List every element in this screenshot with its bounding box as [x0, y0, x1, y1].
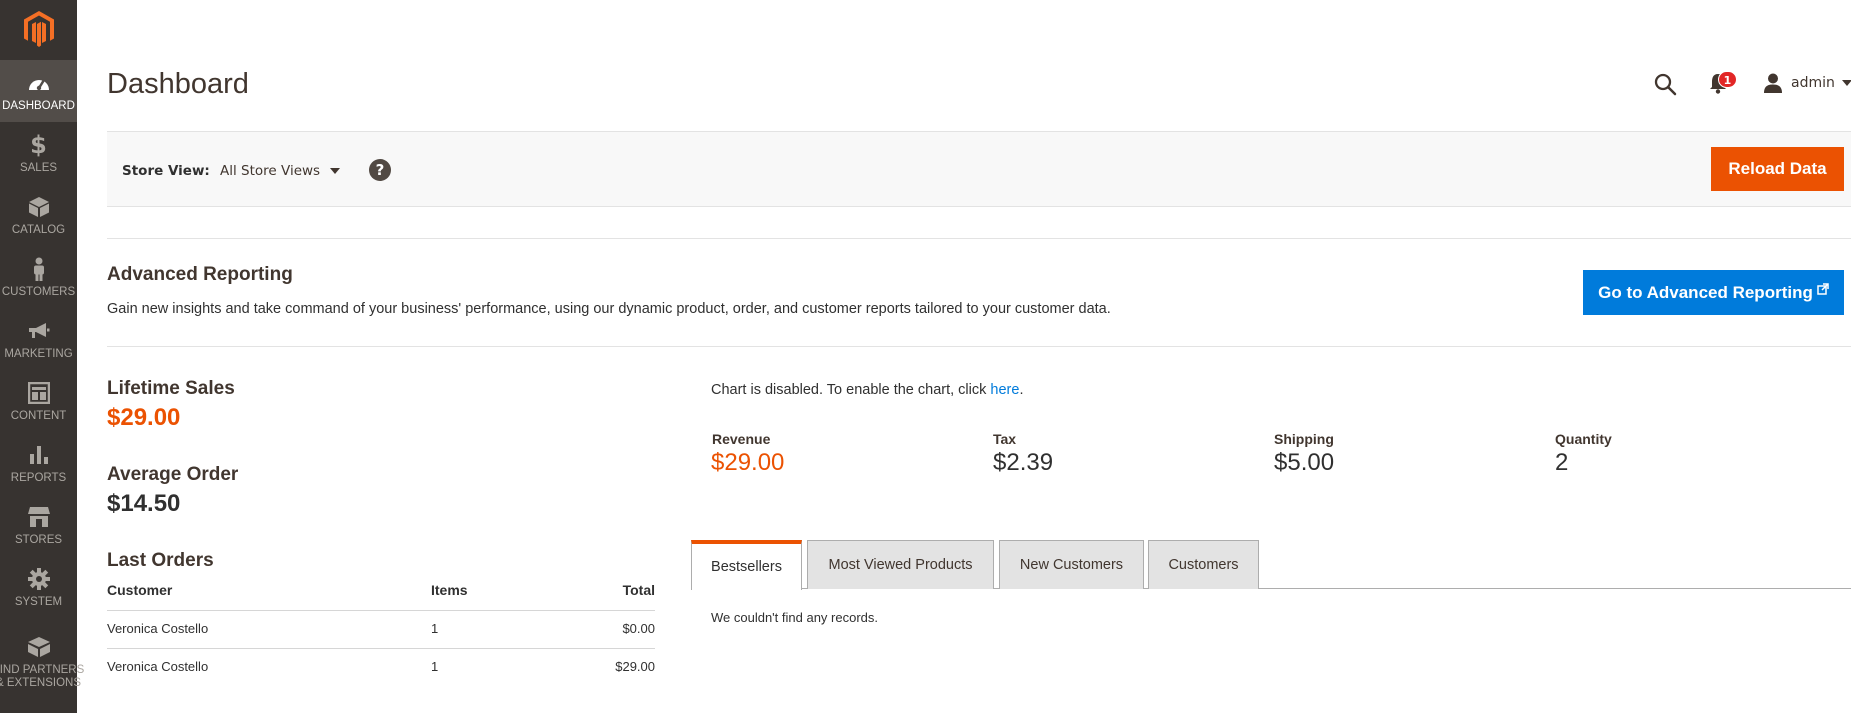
- sidebar-item-label: STORES: [14, 533, 63, 546]
- bar-chart-icon: [26, 442, 52, 468]
- dashboard-icon: [26, 70, 52, 96]
- dollar-icon: $: [30, 130, 47, 159]
- tab-label: Customers: [1168, 557, 1239, 573]
- notifications-count-badge: 1: [1718, 71, 1737, 88]
- chevron-down-icon: [1841, 80, 1851, 86]
- sidebar-item-label: FIND PARTNERS: [0, 664, 85, 676]
- reload-data-button[interactable]: Reload Data: [1711, 147, 1844, 191]
- sidebar-item-reports[interactable]: REPORTS: [0, 432, 77, 494]
- divider: [107, 238, 1851, 239]
- sidebar-item-stores[interactable]: STORES: [0, 494, 77, 556]
- sidebar-item-customers[interactable]: CUSTOMERS: [0, 246, 77, 308]
- store-view-switcher[interactable]: All Store Views: [220, 163, 341, 179]
- sidebar-item-marketing[interactable]: MARKETING: [0, 308, 77, 370]
- tab-bestsellers[interactable]: Bestsellers: [691, 540, 802, 590]
- sidebar-item-catalog[interactable]: CATALOG: [0, 184, 77, 246]
- help-icon[interactable]: ?: [369, 159, 391, 181]
- store-view-bar: Store View: All Store Views ?: [107, 131, 1851, 207]
- sidebar-item-label: DASHBOARD: [2, 99, 75, 112]
- empty-records-message: We couldn't find any records.: [711, 610, 878, 625]
- quantity-value: 2: [1555, 449, 1569, 476]
- sidebar-item-label: MARKETING: [4, 347, 73, 360]
- order-total: $29.00: [615, 659, 655, 674]
- advanced-reporting-title: Advanced Reporting: [107, 264, 293, 285]
- sidebar-item-dashboard[interactable]: DASHBOARD: [0, 60, 77, 122]
- chart-disabled-message: Chart is disabled. To enable the chart, …: [711, 382, 1023, 398]
- sidebar-item-label: SALES: [19, 161, 58, 174]
- lifetime-sales-value: $29.00: [107, 404, 181, 431]
- advanced-reporting-description: Gain new insights and take command of yo…: [107, 301, 1111, 317]
- last-orders-label: Last Orders: [107, 550, 214, 571]
- admin-sidebar: DASHBOARD $ SALES CATALOG CUSTOMERS MARK…: [0, 0, 84, 713]
- external-link-icon: [1817, 282, 1829, 295]
- user-menu[interactable]: admin: [1763, 71, 1851, 95]
- user-name: admin: [1791, 75, 1835, 91]
- enable-chart-link[interactable]: here: [990, 382, 1019, 398]
- tax-label: Tax: [993, 431, 1017, 447]
- user-icon: [1764, 73, 1782, 93]
- go-to-advanced-reporting-button[interactable]: Go to Advanced Reporting: [1583, 270, 1844, 315]
- shipping-label: Shipping: [1274, 431, 1334, 447]
- revenue-value: $29.00: [711, 449, 785, 476]
- table-divider: [107, 648, 655, 649]
- tab-most-viewed-products[interactable]: Most Viewed Products: [807, 540, 994, 589]
- magento-logo[interactable]: [0, 0, 77, 58]
- quantity-label: Quantity: [1555, 431, 1612, 447]
- store-view-label: Store View:: [122, 163, 210, 179]
- sidebar-item-label: CATALOG: [11, 223, 66, 236]
- order-customer: Veronica Costello: [107, 621, 209, 636]
- layout-icon: [26, 380, 52, 406]
- average-order-label: Average Order: [107, 464, 239, 485]
- sidebar-item-content[interactable]: CONTENT: [0, 370, 77, 432]
- search-icon: [1654, 73, 1677, 96]
- store-icon: [26, 504, 52, 530]
- person-icon: [26, 256, 52, 282]
- sidebar-item-sales[interactable]: $ SALES: [0, 122, 77, 184]
- table-header-items: Items: [431, 582, 468, 598]
- sidebar-item-label: CONTENT: [10, 409, 67, 422]
- shipping-value: $5.00: [1274, 449, 1335, 476]
- order-items: 1: [431, 621, 439, 636]
- cube-icon: [26, 194, 52, 220]
- order-customer: Veronica Costello: [107, 659, 209, 674]
- tab-label: Bestsellers: [711, 559, 782, 575]
- table-header-customer: Customer: [107, 582, 173, 598]
- page-title: Dashboard: [107, 68, 249, 100]
- revenue-label: Revenue: [712, 431, 771, 447]
- tab-customers[interactable]: Customers: [1148, 540, 1259, 589]
- tab-label: New Customers: [1019, 557, 1124, 573]
- sidebar-item-label: CUSTOMERS: [1, 285, 76, 298]
- sidebar-item-label: SYSTEM: [14, 595, 63, 608]
- chart-message-text: Chart is disabled. To enable the chart, …: [711, 382, 991, 398]
- advanced-reporting-button-label: Go to Advanced Reporting: [1598, 282, 1813, 302]
- divider: [107, 346, 1851, 347]
- magento-logo-icon: [23, 11, 54, 47]
- sidebar-item-label: REPORTS: [10, 471, 67, 484]
- gear-icon: [26, 566, 52, 592]
- sidebar-item-label-line2: & EXTENSIONS: [0, 677, 81, 689]
- sidebar-item-find-partners[interactable]: FIND PARTNERS & EXTENSIONS: [0, 626, 84, 698]
- box-icon: [26, 634, 52, 660]
- chevron-down-icon: [330, 168, 341, 174]
- lifetime-sales-label: Lifetime Sales: [107, 378, 235, 399]
- table-divider: [107, 610, 655, 611]
- tax-value: $2.39: [993, 449, 1054, 476]
- order-items: 1: [431, 659, 439, 674]
- search-button[interactable]: [1653, 72, 1677, 96]
- store-view-value: All Store Views: [220, 163, 321, 179]
- tab-label: Most Viewed Products: [828, 557, 973, 573]
- table-header-total: Total: [622, 582, 655, 598]
- tab-new-customers[interactable]: New Customers: [999, 540, 1144, 589]
- chart-message-end: .: [1019, 382, 1024, 398]
- average-order-value: $14.50: [107, 490, 181, 517]
- megaphone-icon: [26, 318, 52, 344]
- sidebar-item-system[interactable]: SYSTEM: [0, 556, 77, 618]
- order-total: $0.00: [622, 621, 655, 636]
